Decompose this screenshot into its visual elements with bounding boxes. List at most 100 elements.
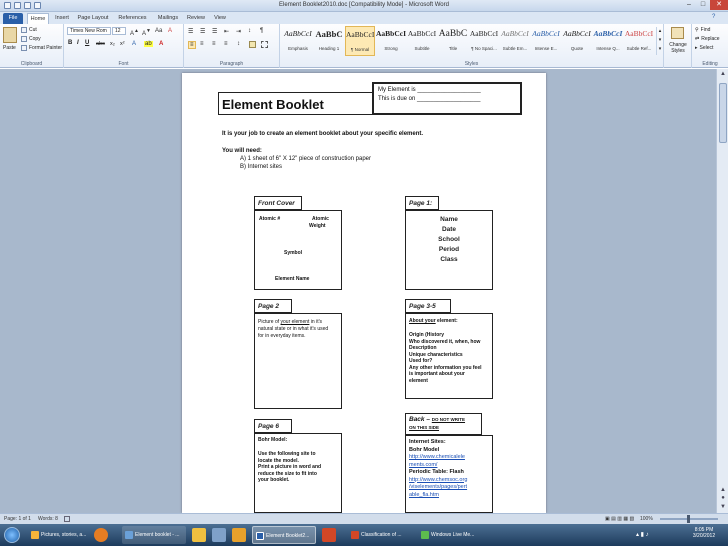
help-icon[interactable]: ? xyxy=(712,14,715,20)
scroll-thumb[interactable] xyxy=(719,83,727,143)
style-title[interactable]: AaBbC Title xyxy=(438,26,468,56)
superscript-icon[interactable]: x² xyxy=(120,41,125,47)
clear-format-icon[interactable]: A xyxy=(168,28,172,34)
taskbar-item[interactable]: Windows Live Me... xyxy=(418,526,484,544)
page1-box: Name Date School Period Class xyxy=(405,210,493,290)
bullets-icon[interactable]: ☰ xyxy=(188,28,193,35)
tab-view[interactable]: View xyxy=(211,13,229,24)
paste-icon[interactable] xyxy=(3,27,17,43)
align-right-icon[interactable]: ≡ xyxy=(212,41,216,47)
next-page-icon[interactable]: ▼ xyxy=(717,504,728,510)
change-case-icon[interactable]: Aa xyxy=(155,28,162,34)
periodic-link-1[interactable]: http://www.chemsoc.org xyxy=(409,477,467,485)
bohr-link-2[interactable]: ments.com/ xyxy=(409,462,467,470)
italic-icon[interactable]: I xyxy=(77,40,79,46)
front-cover-box: Atomic # Atomic Weight Symbol Element Na… xyxy=(254,210,342,290)
shrink-font-icon[interactable]: A▼ xyxy=(142,28,151,37)
tab-references[interactable]: References xyxy=(115,13,150,24)
find-button[interactable]: ⚲ Find xyxy=(695,27,710,33)
select-button[interactable]: ▸ Select xyxy=(695,45,713,51)
style-subtle-emphasis[interactable]: AaBbCcI Subtle Em... xyxy=(500,26,530,56)
powerpoint-icon[interactable] xyxy=(322,528,336,542)
word-count[interactable]: Words: 8 xyxy=(38,516,58,522)
vertical-scrollbar[interactable]: ▲ ▲ ● ▼ xyxy=(716,69,728,513)
align-left-icon[interactable]: ≡ xyxy=(188,41,196,49)
tab-review[interactable]: Review xyxy=(185,13,207,24)
strikethrough-icon[interactable]: abc xyxy=(96,41,105,47)
style-subtle-reference[interactable]: AaBbCcI Subtle Ref... xyxy=(624,26,654,56)
underline-icon[interactable]: U xyxy=(85,40,89,46)
maximize-button[interactable]: □ xyxy=(696,0,710,10)
tray-icons[interactable]: ▴ ▮ ♪ xyxy=(636,531,649,538)
decrease-indent-icon[interactable]: ⇤ xyxy=(224,28,229,35)
sort-icon[interactable]: ↕ xyxy=(248,28,251,34)
select-browse-icon[interactable]: ● xyxy=(717,495,728,501)
taskbar-item[interactable]: Element booklet - ... xyxy=(122,526,186,544)
minimize-button[interactable]: – xyxy=(682,0,696,10)
style-emphasis[interactable]: AaBbCcI Emphasis xyxy=(283,26,313,56)
taskbar-item-active[interactable]: Element Booklet2... xyxy=(252,526,316,544)
line-spacing-icon[interactable]: ↕ xyxy=(237,41,240,47)
style-normal[interactable]: AaBbCcI ¶ Normal xyxy=(345,26,375,56)
format-painter-button[interactable]: Format Painter xyxy=(21,45,62,51)
multilevel-list-icon[interactable]: ☰ xyxy=(212,28,217,35)
style-heading-1[interactable]: AaBbC Heading 1 xyxy=(314,26,344,56)
font-size-input[interactable]: 12 xyxy=(112,27,126,35)
font-color-icon[interactable]: A xyxy=(159,41,163,47)
tab-file[interactable]: File xyxy=(3,13,23,24)
style-subtitle[interactable]: AaBbCcI Subtitle xyxy=(407,26,437,56)
scroll-up-icon[interactable]: ▲ xyxy=(717,71,728,77)
paste-button[interactable]: Paste xyxy=(3,45,16,51)
close-button[interactable]: ✕ xyxy=(710,0,728,10)
bohr-link-1[interactable]: http://www.chemicalele xyxy=(409,454,467,462)
tab-mailings[interactable]: Mailings xyxy=(155,13,181,24)
document-page[interactable]: Element Booklet My Element is __________… xyxy=(182,73,546,513)
style-intense-quote[interactable]: AaBbCcI Intense Q... xyxy=(593,26,623,56)
tab-insert[interactable]: Insert xyxy=(53,13,71,24)
cut-button[interactable]: Cut xyxy=(21,27,37,33)
firefox-icon[interactable] xyxy=(94,528,108,542)
increase-indent-icon[interactable]: ⇥ xyxy=(236,28,241,35)
change-styles-button[interactable]: Change Styles xyxy=(665,42,691,54)
clock[interactable]: 8:05 PM 3/20/2012 xyxy=(685,527,723,539)
taskbar-item[interactable]: Classification of ... xyxy=(348,526,412,544)
periodic-link-2[interactable]: /viselements/pages/pert xyxy=(409,484,467,492)
start-button[interactable] xyxy=(4,527,20,543)
shading-icon[interactable] xyxy=(249,41,256,48)
font-name-input[interactable]: Times New Rom xyxy=(67,27,111,35)
view-buttons[interactable]: ▣ ▤ ▥ ▦ ▧ xyxy=(605,516,634,522)
zoom-slider-thumb[interactable] xyxy=(687,515,690,523)
prev-page-icon[interactable]: ▲ xyxy=(717,487,728,493)
explorer-icon[interactable] xyxy=(192,528,206,542)
zoom-level[interactable]: 100% xyxy=(640,516,653,522)
media-icon[interactable] xyxy=(212,528,226,542)
tab-page-layout[interactable]: Page Layout xyxy=(76,13,110,24)
pilcrow-icon[interactable]: ¶ xyxy=(260,28,263,34)
periodic-link-3[interactable]: able_fla.htm xyxy=(409,492,467,500)
justify-icon[interactable]: ≡ xyxy=(224,41,228,47)
style-intense-emphasis[interactable]: AaBbCcI Intense E... xyxy=(531,26,561,56)
periodic-table: Periodic Table: Flash xyxy=(409,469,464,475)
outlook-icon[interactable] xyxy=(232,528,246,542)
style-strong[interactable]: AaBbCcI Strong xyxy=(376,26,406,56)
style-quote[interactable]: AaBbCcI Quote xyxy=(562,26,592,56)
style-no-spacing[interactable]: AaBbCcI ¶ No Spaci... xyxy=(469,26,499,56)
proofing-icon[interactable] xyxy=(64,516,70,522)
grow-font-icon[interactable]: A▲ xyxy=(130,28,139,37)
subscript-icon[interactable]: x₂ xyxy=(110,41,115,47)
highlight-icon[interactable]: ab xyxy=(144,41,153,47)
styles-scroll[interactable]: ▴ ▾ ▾ xyxy=(656,27,663,55)
text-effects-icon[interactable]: A xyxy=(132,41,136,47)
tab-home[interactable]: Home xyxy=(27,13,49,24)
select-icon: ▸ xyxy=(695,45,698,51)
change-styles-icon[interactable] xyxy=(671,27,684,39)
replace-button[interactable]: ⇄ Replace xyxy=(695,36,720,42)
align-center-icon[interactable]: ≡ xyxy=(200,41,204,47)
page-count[interactable]: Page: 1 of 1 xyxy=(4,516,31,522)
group-label: Editing xyxy=(702,61,718,67)
bold-icon[interactable]: B xyxy=(68,40,72,46)
borders-icon[interactable] xyxy=(261,41,268,48)
taskbar-item[interactable]: Pictures, stories, a... xyxy=(28,526,92,544)
numbering-icon[interactable]: ☰ xyxy=(200,28,205,35)
copy-button[interactable]: Copy xyxy=(21,36,41,42)
